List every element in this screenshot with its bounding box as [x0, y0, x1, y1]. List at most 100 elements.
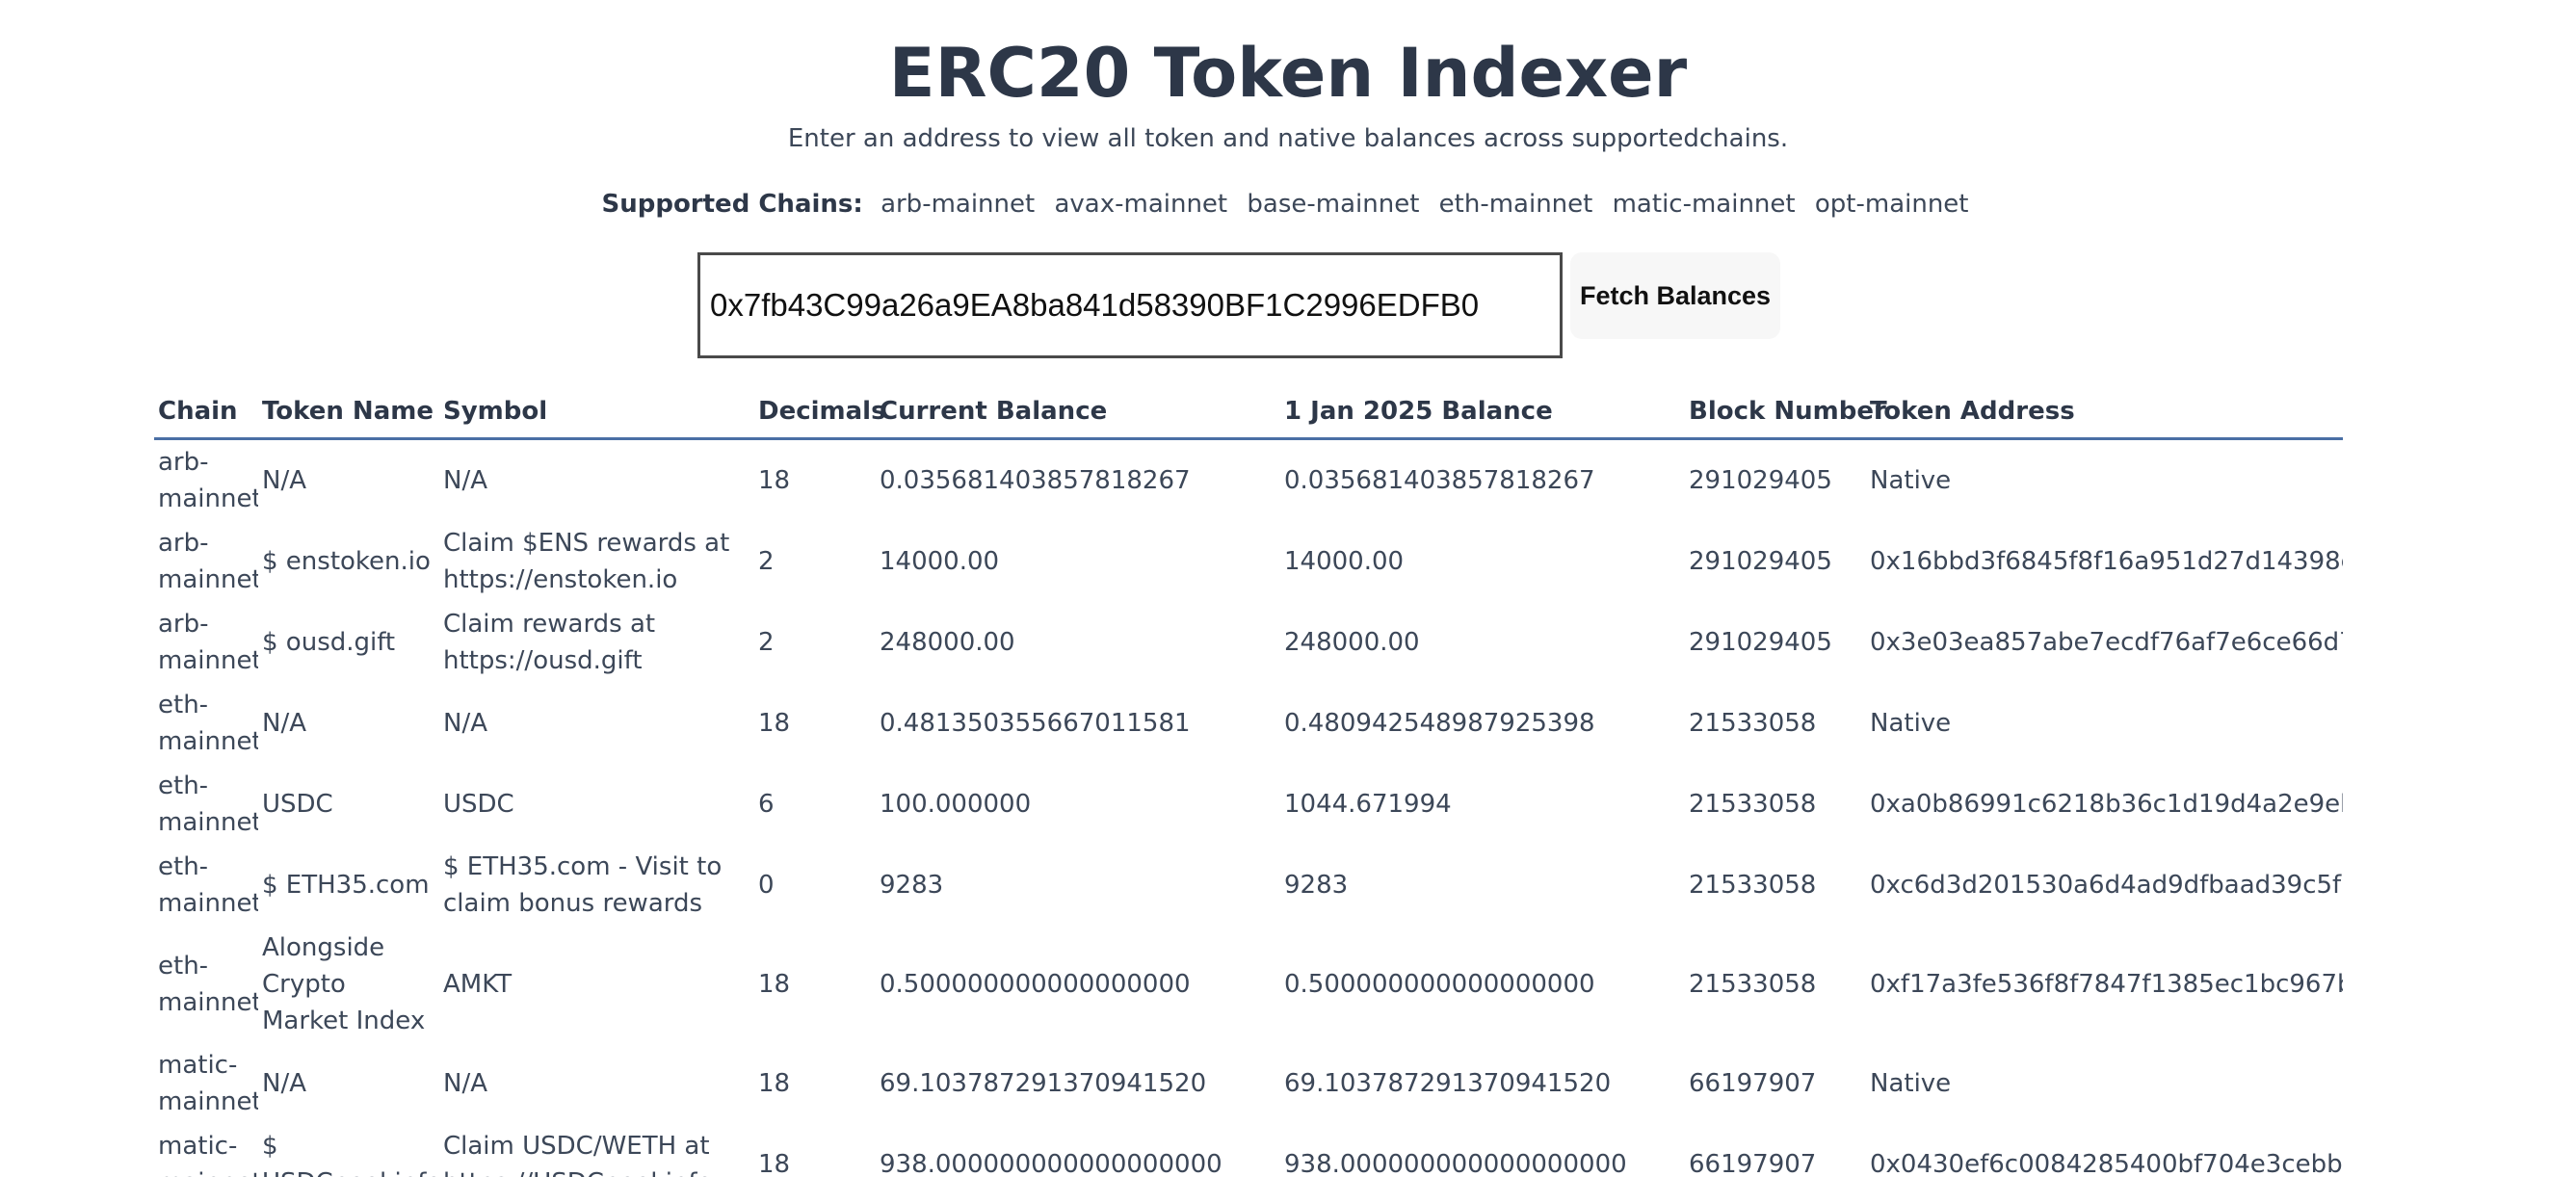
cell-jan-balance: 1044.671994 — [1284, 790, 1452, 819]
column-header-decimals: Decimals — [754, 385, 886, 440]
cell-token-address: 0xc6d3d201530a6d4ad9dfbaad39c5f68 — [1870, 871, 2343, 900]
page-subtitle: Enter an address to view all token and n… — [787, 124, 1789, 153]
cell-decimals: 2 — [758, 628, 775, 657]
cell-jan-balance: 9283 — [1284, 871, 1349, 900]
supported-chains-label: Supported Chains: — [601, 190, 863, 219]
cell-decimals: 6 — [758, 790, 775, 819]
cell-token-name: $ ETH35.com — [262, 871, 430, 900]
balances-table: Chain Token Name Symbol Decimals Current… — [154, 385, 2343, 1177]
table-row: arb-mainnet $ ousd.gift Claim rewards at… — [154, 602, 2343, 683]
cell-token-address: 0x3e03ea857abe7ecdf76af7e6ce66d7d — [1870, 628, 2343, 657]
table-row: matic-mainnet N/A N/A 18 69.103787291370… — [154, 1043, 2343, 1124]
table-row: eth-mainnet $ ETH35.com $ ETH35.com - Vi… — [154, 845, 2343, 926]
column-header-token-address: Token Address — [1866, 385, 2343, 440]
cell-decimals: 18 — [758, 709, 791, 738]
column-header-symbol: Symbol — [439, 385, 754, 440]
cell-symbol: Claim $ENS rewards at https://enstoken.i… — [443, 529, 730, 594]
address-input[interactable] — [697, 252, 1563, 358]
cell-jan-balance: 938.000000000000000000 — [1284, 1150, 1627, 1177]
cell-symbol: Claim rewards at https://ousd.gift — [443, 610, 656, 675]
cell-token-address: 0x16bbd3f6845f8f16a951d27d14398e2b — [1870, 547, 2343, 576]
cell-token-name: N/A — [262, 1069, 306, 1098]
cell-chain: arb-mainnet — [158, 448, 258, 513]
cell-block-number: 21533058 — [1689, 709, 1817, 738]
table-row: eth-mainnet N/A N/A 18 0.481350355667011… — [154, 683, 2343, 764]
table-row: eth-mainnet Alongside Crypto Market Inde… — [154, 926, 2343, 1043]
cell-symbol: USDC — [443, 790, 514, 819]
cell-token-name: $ enstoken.io — [262, 547, 431, 576]
cell-chain: arb-mainnet — [158, 610, 258, 675]
cell-current-balance: 0.481350355667011581 — [880, 709, 1191, 738]
cell-chain: eth-mainnet — [158, 691, 258, 756]
cell-chain: eth-mainnet — [158, 952, 258, 1017]
chain-avax-mainnet: avax-mainnet — [1054, 190, 1228, 219]
cell-decimals: 18 — [758, 466, 791, 495]
cell-chain: eth-mainnet — [158, 772, 258, 837]
cell-chain: arb-mainnet — [158, 529, 258, 594]
cell-token-address: 0x0430ef6c0084285400bf704e3cebb2 — [1870, 1150, 2343, 1177]
table-row: arb-mainnet $ enstoken.io Claim $ENS rew… — [154, 521, 2343, 602]
table-row: arb-mainnet N/A N/A 18 0.035681403857818… — [154, 439, 2343, 522]
chain-arb-mainnet: arb-mainnet — [881, 190, 1036, 219]
cell-jan-balance: 0.480942548987925398 — [1284, 709, 1595, 738]
chain-matic-mainnet: matic-mainnet — [1612, 190, 1796, 219]
cell-current-balance: 100.000000 — [880, 790, 1032, 819]
cell-chain: matic-mainnet — [158, 1051, 258, 1116]
cell-block-number: 291029405 — [1689, 547, 1832, 576]
cell-block-number: 291029405 — [1689, 466, 1832, 495]
cell-block-number: 66197907 — [1689, 1150, 1817, 1177]
page-title: ERC20 Token Indexer — [888, 34, 1688, 113]
fetch-balances-button[interactable]: Fetch Balances — [1570, 252, 1780, 339]
cell-decimals: 0 — [758, 871, 775, 900]
cell-token-address: Native — [1870, 1069, 1952, 1098]
cell-chain: matic-mainnet — [158, 1132, 258, 1177]
table-body: arb-mainnet N/A N/A 18 0.035681403857818… — [154, 439, 2343, 1177]
cell-token-name: N/A — [262, 709, 306, 738]
cell-token-address: Native — [1870, 466, 1952, 495]
cell-chain: eth-mainnet — [158, 852, 258, 918]
cell-block-number: 21533058 — [1689, 790, 1817, 819]
balances-table-container: Chain Token Name Symbol Decimals Current… — [154, 385, 2343, 1177]
cell-token-address: Native — [1870, 709, 1952, 738]
chain-eth-mainnet: eth-mainnet — [1438, 190, 1593, 219]
column-header-chain: Chain — [154, 385, 258, 440]
cell-symbol: N/A — [443, 466, 487, 495]
cell-decimals: 2 — [758, 547, 775, 576]
cell-jan-balance: 0.500000000000000000 — [1284, 970, 1595, 999]
cell-symbol: Claim USDC/WETH at https://USDCpool.info — [443, 1132, 712, 1177]
column-header-token-name: Token Name — [258, 385, 439, 440]
cell-token-name: Alongside Crypto Market Index — [262, 933, 426, 1035]
cell-current-balance: 0.035681403857818267 — [880, 466, 1191, 495]
cell-block-number: 21533058 — [1689, 970, 1817, 999]
cell-jan-balance: 14000.00 — [1284, 547, 1405, 576]
cell-decimals: 18 — [758, 1150, 791, 1177]
column-header-block-number: Block Number — [1685, 385, 1886, 440]
cell-symbol: $ ETH35.com - Visit to claim bonus rewar… — [443, 852, 723, 918]
chain-opt-mainnet: opt-mainnet — [1814, 190, 1969, 219]
fetch-form: Fetch Balances — [697, 252, 1780, 362]
cell-token-address: 0xa0b86991c6218b36c1d19d4a2e9eb0ce — [1870, 790, 2343, 819]
page: ERC20 Token Indexer Enter an address to … — [0, 0, 2576, 1177]
cell-current-balance: 69.103787291370941520 — [880, 1069, 1207, 1098]
column-header-current-balance: Current Balance — [876, 385, 1280, 440]
cell-jan-balance: 248000.00 — [1284, 628, 1420, 657]
cell-jan-balance: 69.103787291370941520 — [1284, 1069, 1612, 1098]
table-header-row: Chain Token Name Symbol Decimals Current… — [154, 385, 2343, 440]
cell-decimals: 18 — [758, 1069, 791, 1098]
table-row: matic-mainnet $ USDCpool.info Claim USDC… — [154, 1124, 2343, 1177]
cell-current-balance: 0.500000000000000000 — [880, 970, 1191, 999]
cell-block-number: 66197907 — [1689, 1069, 1817, 1098]
cell-current-balance: 248000.00 — [880, 628, 1015, 657]
cell-token-name: $ USDCpool.info — [262, 1132, 439, 1177]
cell-token-address: 0xf17a3fe536f8f7847f1385ec1bc967b2c — [1870, 970, 2343, 999]
cell-token-name: N/A — [262, 466, 306, 495]
cell-symbol: N/A — [443, 1069, 487, 1098]
cell-jan-balance: 0.035681403857818267 — [1284, 466, 1595, 495]
cell-decimals: 18 — [758, 970, 791, 999]
cell-token-name: USDC — [262, 790, 333, 819]
chain-base-mainnet: base-mainnet — [1247, 190, 1420, 219]
cell-current-balance: 14000.00 — [880, 547, 1000, 576]
table-row: eth-mainnet USDC USDC 6 100.000000 1044.… — [154, 764, 2343, 845]
cell-symbol: AMKT — [443, 970, 513, 999]
cell-current-balance: 938.000000000000000000 — [880, 1150, 1222, 1177]
